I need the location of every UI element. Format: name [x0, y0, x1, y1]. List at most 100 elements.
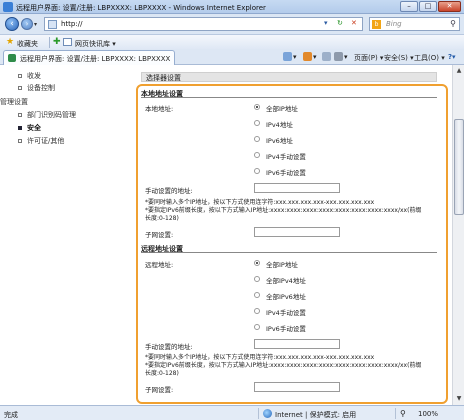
remote-address-label: 远程地址:	[145, 261, 174, 269]
hint-text: *要指定IPv6前缀长度，按以下方式输入IP地址:xxxx:xxxx:xxxx:…	[145, 362, 422, 369]
page-title: 选择器设置	[146, 74, 181, 82]
tab-page-icon	[8, 54, 16, 62]
divider	[395, 408, 396, 419]
address-bar: ‹ › ▾ http:// ▾ ↻ ✕ b Bing ⚲	[0, 14, 464, 34]
radio-label: IPv6地址	[266, 137, 293, 145]
divider	[258, 408, 259, 419]
bullet-icon	[18, 139, 22, 143]
hint-text: *要同时输入多个IP地址，按以下方式使用连字符:xxx.xxx.xxx.xxx-…	[145, 354, 375, 361]
subnet-input[interactable]	[254, 227, 340, 237]
radio-button[interactable]	[254, 260, 260, 266]
local-address-section: 本地地址设置 本地地址: 全部IP地址 IPv4地址 IPv6地址 IPv4手动…	[141, 89, 437, 239]
scroll-down-icon[interactable]: ▼	[454, 394, 464, 404]
back-button[interactable]: ‹	[5, 17, 19, 31]
feeds-dropdown-icon[interactable]: ▾	[313, 53, 317, 61]
bing-icon: b	[372, 20, 381, 29]
radio-label: IPv6手动设置	[266, 169, 306, 177]
radio-button[interactable]	[254, 104, 260, 110]
refresh-icon[interactable]: ↻	[337, 19, 343, 27]
home-dropdown-icon[interactable]: ▾	[293, 53, 297, 61]
status-bar: 完成 Internet | 保护模式: 启用 ⚲ 100%	[0, 405, 464, 420]
hint-text: 长度:0-128)	[145, 370, 179, 377]
section-title: 本地地址设置	[141, 89, 437, 98]
security-zone-text[interactable]: Internet | 保护模式: 启用	[275, 410, 356, 420]
feeds-icon[interactable]	[303, 52, 312, 61]
radio-label: 全部IP地址	[266, 105, 298, 113]
sidebar-item-label[interactable]: 许可证/其他	[27, 136, 64, 146]
tab-remote-ui[interactable]: 远程用户界面: 设置/注册: LBPXXXX: LBPXXXX	[3, 50, 175, 65]
title-bar: 远程用户界面: 设置/注册: LBPXXXX: LBPXXXX - Window…	[0, 0, 464, 14]
radio-label: IPv4手动设置	[266, 309, 306, 317]
radio-button[interactable]	[254, 276, 260, 282]
window-title: 远程用户界面: 设置/注册: LBPXXXX: LBPXXXX - Window…	[16, 4, 266, 12]
subnet-input[interactable]	[254, 382, 340, 392]
scroll-thumb[interactable]	[454, 119, 464, 215]
add-favorite-icon[interactable]: ✚	[53, 37, 61, 47]
url-field[interactable]: http:// ▾ ↻ ✕	[44, 17, 363, 31]
forward-button[interactable]: ›	[21, 18, 33, 30]
main-panel: 选择器设置 本地地址设置 本地地址: 全部IP地址 IPv4地址 IPv6地址	[136, 65, 452, 405]
ie-icon	[3, 2, 13, 12]
favorites-button[interactable]: 收藏夹	[17, 39, 38, 49]
radio-button[interactable]	[254, 308, 260, 314]
radio-button[interactable]	[254, 324, 260, 330]
radio-button[interactable]	[254, 168, 260, 174]
status-text: 完成	[4, 411, 18, 419]
sidebar-group-label: 管理设置	[0, 98, 28, 106]
web-slice-gallery-button[interactable]: 网页快讯库 ▾	[75, 39, 116, 49]
vertical-scrollbar[interactable]: ▲ ▼	[452, 65, 464, 405]
maximize-button[interactable]: □	[419, 1, 437, 12]
radio-label: 全部IP地址	[266, 261, 298, 269]
local-address-label: 本地地址:	[145, 105, 174, 113]
favorites-star-icon[interactable]: ★	[6, 37, 14, 47]
zoom-icon[interactable]: ⚲	[400, 409, 406, 418]
manual-address-label: 手动设置的地址:	[145, 343, 193, 351]
url-text[interactable]: http://	[61, 20, 82, 28]
divider	[49, 37, 50, 48]
radio-button[interactable]	[254, 136, 260, 142]
radio-label: IPv4手动设置	[266, 153, 306, 161]
safety-menu[interactable]: 安全(S) ▾	[384, 53, 414, 63]
manual-address-input[interactable]	[254, 183, 340, 193]
hint-text: *要指定IPv6前缀长度，按以下方式输入IP地址:xxxx:xxxx:xxxx:…	[145, 207, 422, 214]
search-input[interactable]: b Bing ⚲	[369, 17, 460, 31]
search-placeholder[interactable]: Bing	[386, 20, 402, 28]
sidebar-item-label[interactable]: 收发	[27, 71, 41, 81]
sidebar-item-label[interactable]: 安全	[27, 123, 41, 133]
sidebar-item-label[interactable]: 设备控制	[27, 83, 55, 93]
home-icon[interactable]	[283, 52, 292, 61]
stop-icon[interactable]: ✕	[351, 19, 357, 27]
section-title: 远程地址设置	[141, 244, 437, 253]
radio-label: 全部IPv6地址	[266, 293, 306, 301]
close-button[interactable]: ✕	[438, 1, 461, 12]
tab-label[interactable]: 远程用户界面: 设置/注册: LBPXXXX: LBPXXXX	[20, 54, 170, 64]
radio-label: IPv6手动设置	[266, 325, 306, 333]
page-content: 收发 设备控制 管理设置 部门识别码管理 安全 许可证/其他 选择器设置 本地地…	[0, 65, 452, 405]
scroll-up-icon[interactable]: ▲	[454, 66, 464, 76]
radio-button[interactable]	[254, 120, 260, 126]
sidebar: 收发 设备控制 管理设置 部门识别码管理 安全 许可证/其他	[0, 65, 128, 405]
tab-bar: 远程用户界面: 设置/注册: LBPXXXX: LBPXXXX ▾ ▾ ▾ 页面…	[0, 49, 464, 65]
subnet-label: 子网设置:	[145, 231, 174, 239]
section-title-text: 本地地址设置	[141, 90, 183, 98]
zoom-level[interactable]: 100%	[418, 410, 438, 418]
help-menu[interactable]: ?▾	[448, 53, 456, 61]
minimize-button[interactable]: –	[400, 1, 418, 12]
internet-zone-icon	[263, 409, 272, 418]
read-mail-icon[interactable]	[322, 52, 331, 61]
section-title-text: 远程地址设置	[141, 245, 183, 253]
radio-button[interactable]	[254, 152, 260, 158]
url-dropdown-icon[interactable]: ▾	[324, 19, 328, 27]
bullet-icon	[18, 74, 22, 78]
print-dropdown-icon[interactable]: ▾	[344, 53, 348, 61]
page-menu[interactable]: 页面(P) ▾	[354, 53, 383, 63]
remote-address-section: 远程地址设置 远程地址: 全部IP地址 全部IPv4地址 全部IPv6地址 IP…	[141, 244, 437, 394]
manual-address-input[interactable]	[254, 339, 340, 349]
history-dropdown-icon[interactable]: ▾	[34, 21, 37, 28]
tools-menu[interactable]: 工具(O) ▾	[414, 53, 445, 63]
sidebar-item-label[interactable]: 部门识别码管理	[27, 110, 76, 120]
radio-button[interactable]	[254, 292, 260, 298]
search-icon[interactable]: ⚲	[450, 19, 456, 28]
favorites-bar: ★ 收藏夹 ✚ 网页快讯库 ▾	[0, 34, 464, 49]
print-icon[interactable]	[334, 52, 343, 61]
